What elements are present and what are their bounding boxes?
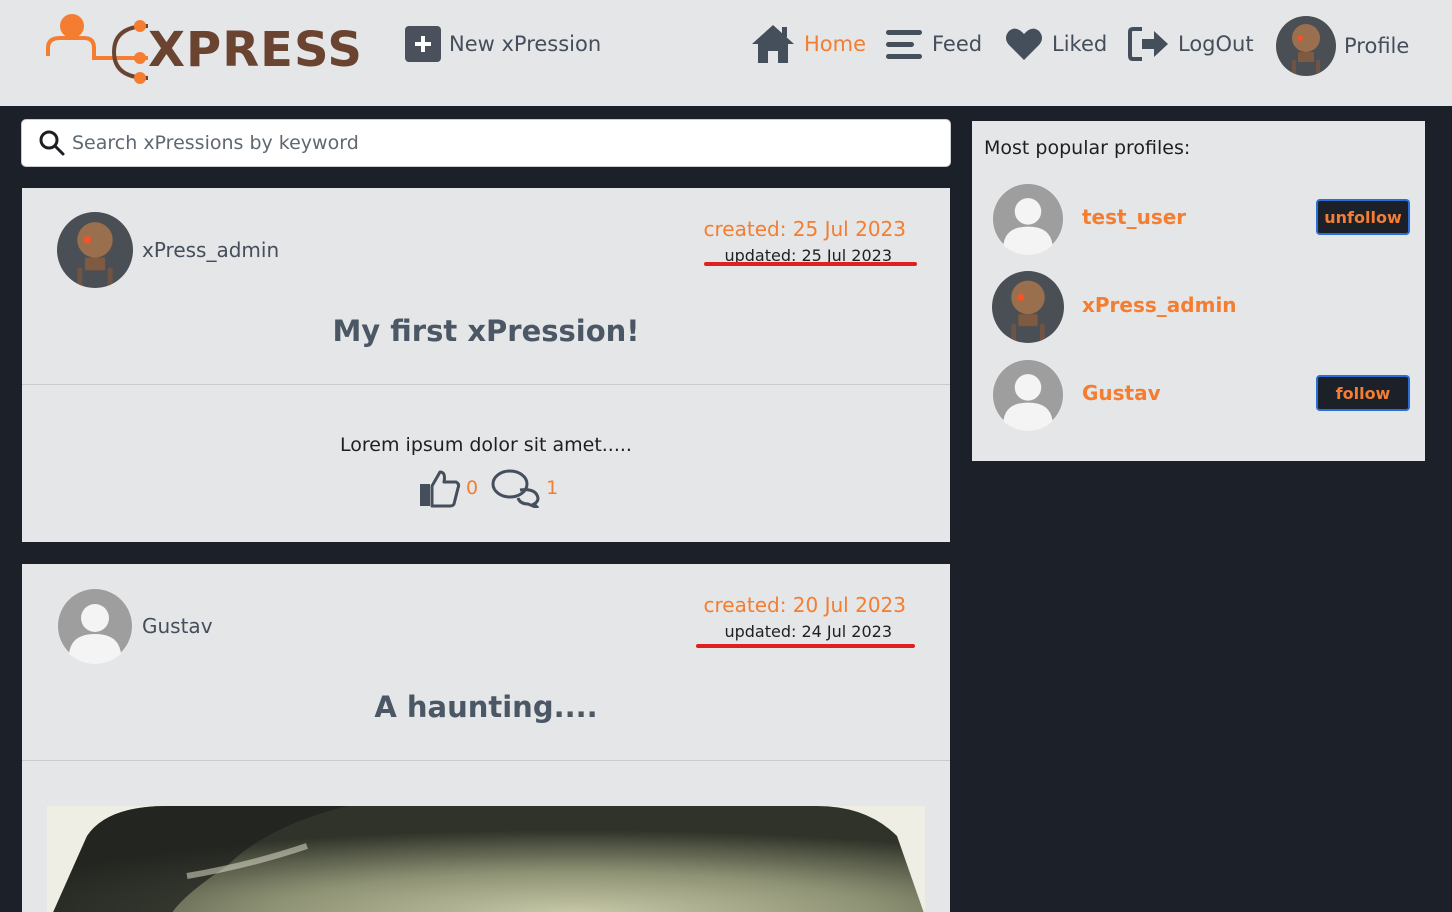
divider <box>22 384 950 385</box>
profile-name[interactable]: Gustav <box>1082 381 1161 405</box>
search-bar[interactable] <box>21 119 951 167</box>
default-user-icon <box>992 359 1064 431</box>
divider <box>22 760 950 761</box>
nav-profile[interactable]: Profile <box>1276 16 1409 76</box>
unfollow-button[interactable]: unfollow <box>1316 199 1410 235</box>
post-body: Lorem ipsum dolor sit amet..... <box>340 434 632 456</box>
post-created-date: created: 20 Jul 2023 <box>703 593 906 617</box>
new-xpression-label: New xPression <box>449 32 602 56</box>
heart-icon <box>1006 28 1042 60</box>
menu-icon <box>886 30 922 59</box>
popular-profile-item: xPress_admin <box>992 271 1412 343</box>
avatar <box>1276 16 1336 76</box>
profile-name[interactable]: xPress_admin <box>1082 293 1237 317</box>
plus-square-icon <box>405 26 441 62</box>
popular-profiles-panel: Most popular profiles: test_user unfollo… <box>972 121 1425 461</box>
nav-home-label: Home <box>804 32 867 56</box>
post-author-name[interactable]: Gustav <box>142 614 213 638</box>
post-title[interactable]: My first xPression! <box>22 314 950 348</box>
popular-profile-item: test_user unfollow <box>992 183 1412 255</box>
default-user-icon <box>57 588 133 664</box>
red-underline-annotation <box>704 262 917 266</box>
comments-icon[interactable] <box>490 468 542 508</box>
top-navbar: XPRESS New xPression Home Feed Liked Log… <box>0 0 1452 106</box>
post-updated-date: updated: 24 Jul 2023 <box>724 622 892 641</box>
haunting-photo <box>47 806 925 912</box>
nav-profile-label: Profile <box>1344 34 1410 58</box>
nav-liked[interactable]: Liked <box>1004 22 1107 66</box>
nav-logout[interactable]: LogOut <box>1128 22 1254 66</box>
post-card[interactable]: xPress_admin created: 25 Jul 2023 update… <box>22 188 950 542</box>
post-stats: 0 1 <box>418 468 570 508</box>
search-icon <box>39 130 65 156</box>
profile-avatar[interactable] <box>992 271 1064 343</box>
post-author-avatar[interactable] <box>57 212 133 288</box>
logout-icon <box>1128 27 1168 61</box>
home-icon <box>752 25 794 63</box>
robot-avatar-icon <box>1276 16 1336 76</box>
default-user-icon <box>992 183 1064 255</box>
logo-text: XPRESS <box>148 22 363 78</box>
post-card[interactable]: Gustav created: 20 Jul 2023 updated: 24 … <box>22 564 950 912</box>
logo-graphic <box>46 14 149 84</box>
profile-avatar[interactable] <box>992 359 1064 431</box>
robot-avatar-icon <box>992 271 1064 343</box>
post-image[interactable] <box>47 806 925 912</box>
nav-logout-label: LogOut <box>1178 32 1254 56</box>
robot-avatar-icon <box>57 212 133 288</box>
post-author-name[interactable]: xPress_admin <box>142 238 279 262</box>
new-xpression-button[interactable]: New xPression <box>405 22 601 66</box>
profile-avatar[interactable] <box>992 183 1064 255</box>
popular-profiles-title: Most popular profiles: <box>984 137 1191 159</box>
thumbs-up-icon[interactable] <box>418 468 462 508</box>
profile-name[interactable]: test_user <box>1082 205 1186 229</box>
nav-feed-label: Feed <box>932 32 983 56</box>
like-count: 0 <box>466 477 479 499</box>
popular-profile-item: Gustav follow <box>992 359 1412 431</box>
red-underline-annotation <box>696 644 915 648</box>
post-title[interactable]: A haunting.... <box>22 690 950 724</box>
comment-count: 1 <box>546 477 559 499</box>
nav-home[interactable]: Home <box>750 22 866 66</box>
app-logo[interactable]: XPRESS <box>44 12 374 86</box>
nav-liked-label: Liked <box>1052 32 1108 56</box>
post-created-date: created: 25 Jul 2023 <box>703 217 906 241</box>
post-author-avatar[interactable] <box>57 588 133 664</box>
nav-feed[interactable]: Feed <box>884 22 982 66</box>
follow-button[interactable]: follow <box>1316 375 1410 411</box>
search-input[interactable] <box>72 132 912 154</box>
